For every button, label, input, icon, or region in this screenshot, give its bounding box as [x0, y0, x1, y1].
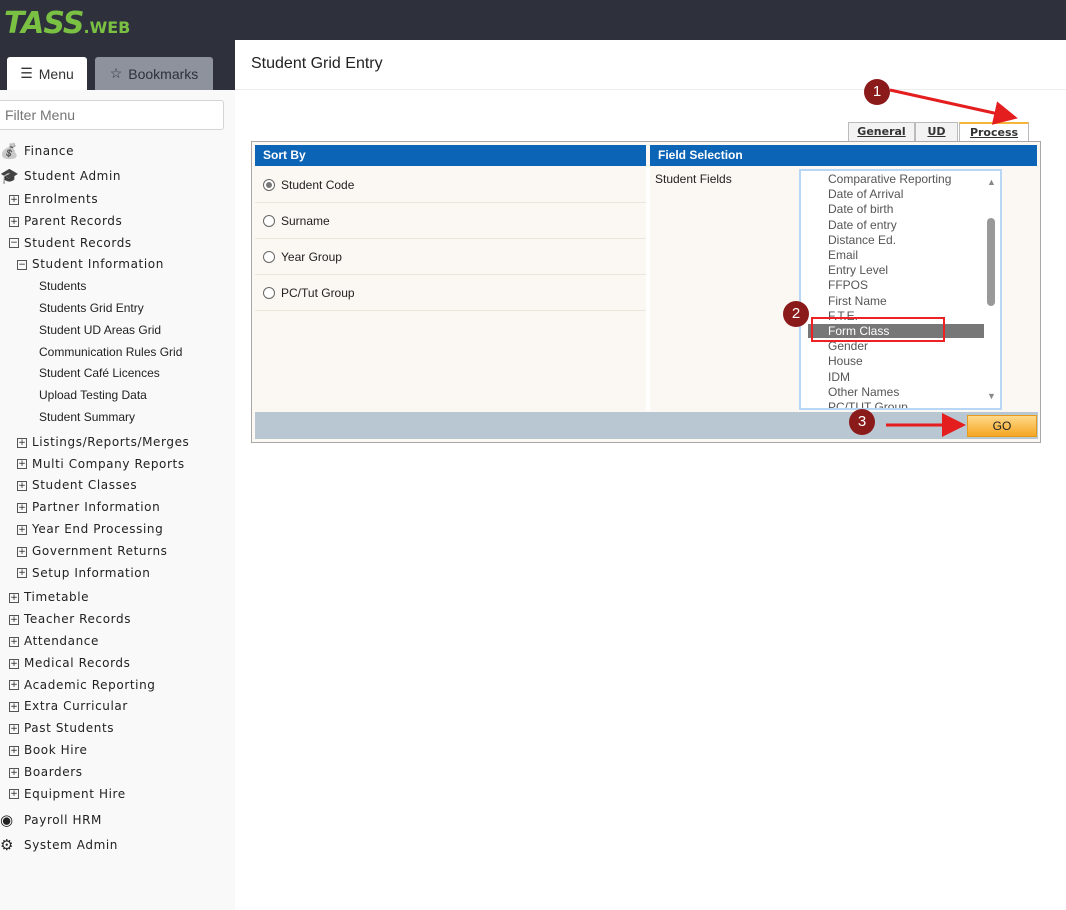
arrow-to-process-tab: [889, 88, 1018, 125]
annotation-step-3: 3: [849, 409, 875, 435]
annotation-arrows: [886, 88, 1018, 437]
annotation-step-2: 2: [783, 301, 809, 327]
annotation-highlight-box: [811, 317, 945, 342]
annotation-step-1: 1: [864, 79, 890, 105]
